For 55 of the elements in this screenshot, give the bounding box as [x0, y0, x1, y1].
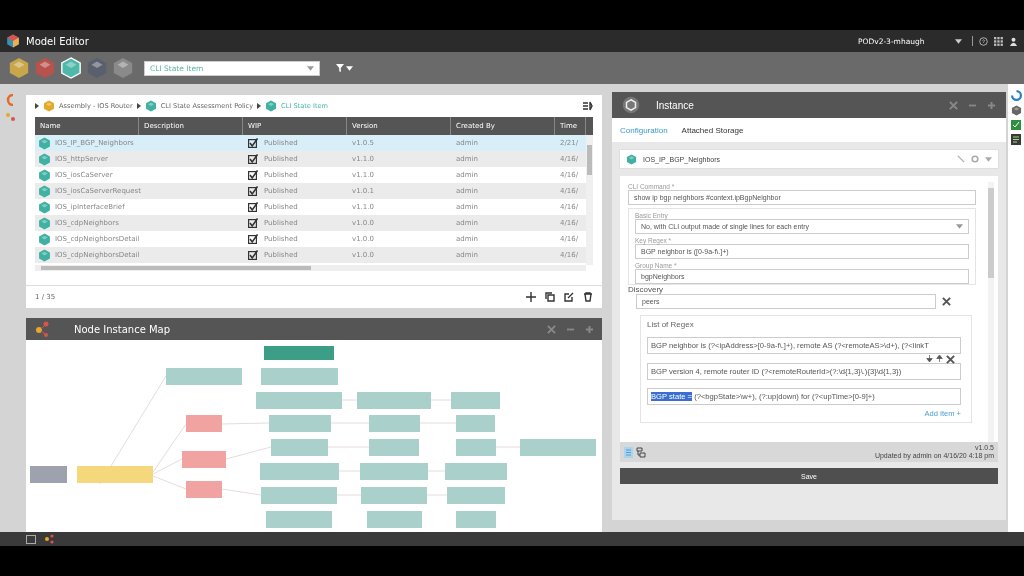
hexagon-icon — [38, 216, 51, 230]
close-icon[interactable] — [942, 297, 951, 306]
user-icon[interactable] — [1009, 36, 1018, 46]
terminal-icon[interactable] — [26, 534, 36, 544]
trash-icon[interactable] — [583, 292, 593, 302]
panel-title: Node Instance Map — [74, 323, 172, 335]
instance-logo-icon — [622, 96, 640, 114]
caret-right-icon — [35, 103, 39, 109]
help-icon[interactable] — [979, 36, 988, 46]
arrow-up-icon[interactable] — [936, 355, 943, 362]
hexagon-icon — [38, 152, 51, 166]
window-title: Model Editor — [26, 35, 90, 47]
section-label: List of Regex — [647, 320, 695, 329]
hexagon-icon — [626, 153, 637, 165]
checkbox-icon[interactable] — [248, 138, 258, 148]
hexagon-icon[interactable] — [8, 57, 30, 79]
document-icon[interactable] — [1011, 134, 1021, 145]
add-icon[interactable] — [526, 292, 536, 302]
arrow-down-icon[interactable] — [926, 355, 933, 362]
checkbox-icon[interactable] — [248, 186, 258, 196]
hexagon-icon[interactable] — [1010, 105, 1022, 116]
node-map-logo-icon — [34, 321, 50, 337]
checkbox-icon[interactable] — [248, 234, 258, 244]
checkbox-icon[interactable] — [248, 170, 258, 180]
tab[interactable]: Attached Storage — [681, 125, 744, 135]
copy-icon[interactable] — [545, 292, 555, 302]
panel-title: Instance — [656, 99, 695, 111]
columns-icon[interactable] — [583, 101, 593, 111]
caret-down-icon[interactable] — [346, 65, 353, 71]
hexagon-icon[interactable] — [112, 57, 134, 79]
network-icon[interactable] — [44, 534, 54, 544]
checkbox-icon[interactable] — [248, 218, 258, 228]
checkbox-icon[interactable] — [248, 154, 258, 164]
filter-button[interactable] — [334, 62, 355, 74]
section-label: Discovery — [628, 285, 665, 294]
hexagon-icon[interactable] — [60, 57, 82, 79]
hexagon-icon — [38, 168, 51, 182]
network-icon[interactable] — [5, 112, 15, 122]
checkbox-icon[interactable] — [248, 202, 258, 212]
close-icon[interactable] — [946, 355, 955, 364]
caret-right-icon — [257, 103, 262, 109]
filter-icon — [336, 64, 344, 72]
grid-icon[interactable] — [994, 36, 1003, 46]
app-logo-icon — [6, 34, 20, 48]
hexagon-icon — [38, 248, 51, 262]
edit-icon[interactable] — [564, 292, 574, 302]
caret-down-icon[interactable] — [955, 38, 962, 44]
hexagon-icon — [38, 232, 51, 246]
caret-right-icon — [136, 103, 141, 109]
ring-icon[interactable] — [1010, 90, 1022, 101]
checkbox-icon[interactable] — [248, 250, 258, 260]
checklist-icon[interactable] — [1011, 120, 1021, 130]
hexagon-icon — [38, 136, 51, 150]
hexagon-icon — [38, 184, 51, 198]
hexagon-icon — [38, 200, 51, 214]
